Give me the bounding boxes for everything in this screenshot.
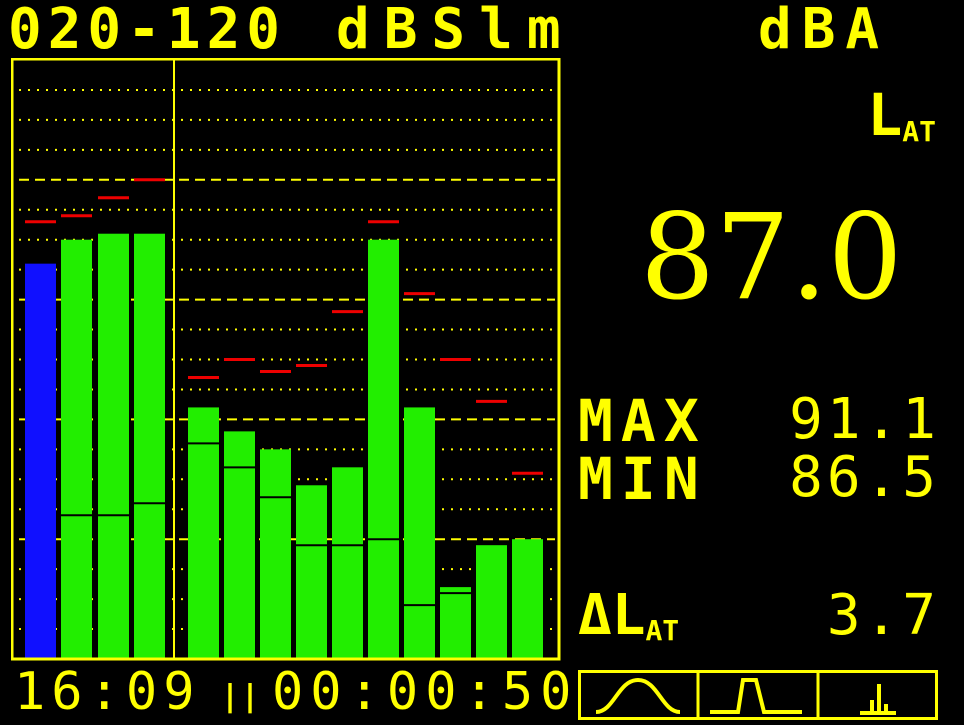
spectrum-bar	[296, 485, 327, 659]
pulse-mode-icon[interactable]	[700, 672, 817, 718]
spectrum-bar	[98, 233, 129, 659]
min-value: 86.5	[789, 445, 940, 510]
weighting-label: dBA	[758, 0, 890, 62]
max-label: MAX	[578, 387, 707, 455]
max-value: 91.1	[789, 387, 940, 452]
level-value: 87.0	[640, 188, 903, 326]
spectrum-bar	[134, 233, 165, 659]
mode-button-bar	[578, 670, 938, 720]
spectrum-bar	[61, 239, 92, 659]
delta-lat-label: ΔLAT	[578, 583, 680, 648]
spectrum-bar	[368, 239, 399, 659]
unit-label: dBSlm	[336, 0, 575, 62]
spectrum-bar	[440, 587, 471, 659]
delta-lat-value: 3.7	[826, 583, 940, 648]
spectrum-bar	[260, 449, 291, 659]
min-label: MIN	[578, 445, 707, 513]
spectrum-mode-icon[interactable]	[820, 672, 936, 718]
clock: 16:09	[14, 662, 201, 722]
sine-wave-mode-icon[interactable]	[580, 672, 697, 718]
spectrum-bar	[512, 539, 543, 659]
pause-icon: ||	[221, 679, 262, 714]
spectrum-bar	[25, 263, 56, 659]
spectrum-bar	[332, 467, 363, 659]
spectrum-bar	[476, 545, 507, 659]
spectrum-bar	[224, 431, 255, 659]
lat-label: LAT	[867, 81, 936, 149]
spectrum-chart	[11, 58, 561, 661]
elapsed-time: 00:00:50	[272, 662, 579, 722]
measurement-range: 020-120	[8, 0, 287, 62]
spectrum-bar	[188, 407, 219, 659]
spectrum-bar	[404, 407, 435, 659]
